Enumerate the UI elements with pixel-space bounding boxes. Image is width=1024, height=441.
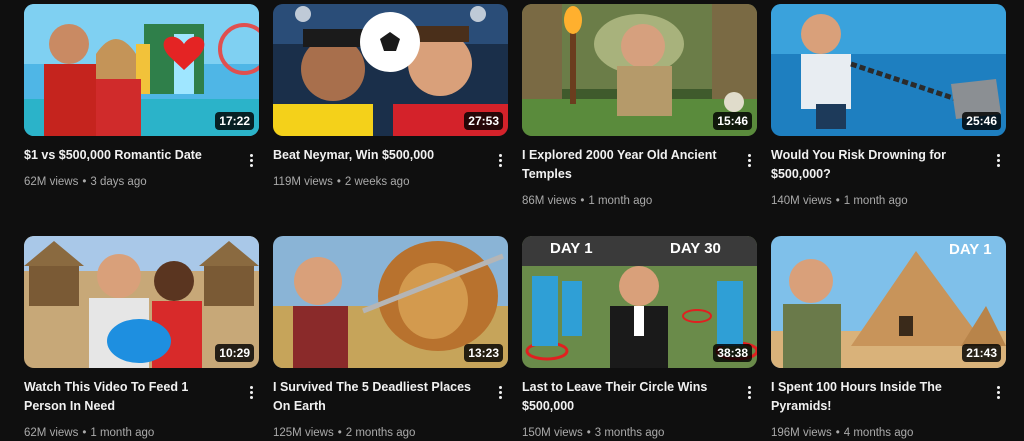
thumbnail-day-end-text: DAY 30 bbox=[670, 240, 721, 257]
upload-age: 1 month ago bbox=[843, 195, 908, 207]
video-card[interactable]: 17:22 $1 vs $500,000 Romantic Date 62M v… bbox=[24, 4, 259, 209]
more-vert-icon[interactable] bbox=[245, 382, 259, 402]
view-count: 125M views bbox=[273, 427, 334, 439]
video-meta: 140M views • 1 month ago bbox=[771, 193, 908, 209]
meta-separator: • bbox=[835, 427, 840, 439]
upload-age: 4 months ago bbox=[843, 427, 914, 439]
video-thumbnail[interactable]: 10:29 bbox=[24, 236, 259, 368]
video-card[interactable]: 10:29 Watch This Video To Feed 1 Person … bbox=[24, 236, 259, 441]
upload-age: 3 months ago bbox=[594, 427, 665, 439]
video-title[interactable]: I Survived The 5 Deadliest Places On Ear… bbox=[273, 378, 481, 416]
video-card[interactable]: 25:46 Would You Risk Drowning for $500,0… bbox=[771, 4, 1006, 209]
video-title[interactable]: Beat Neymar, Win $500,000 bbox=[273, 146, 481, 165]
video-card[interactable]: DAY 1 21:43 I Spent 100 Hours Inside The… bbox=[771, 236, 1006, 441]
video-thumbnail[interactable]: 17:22 bbox=[24, 4, 259, 136]
meta-separator: • bbox=[835, 195, 840, 207]
video-duration: 13:23 bbox=[464, 344, 503, 362]
video-duration: 38:38 bbox=[713, 344, 752, 362]
more-vert-icon[interactable] bbox=[494, 150, 508, 170]
meta-separator: • bbox=[580, 195, 585, 207]
video-title[interactable]: Watch This Video To Feed 1 Person In Nee… bbox=[24, 378, 232, 416]
video-duration: 15:46 bbox=[713, 112, 752, 130]
video-title[interactable]: I Spent 100 Hours Inside The Pyramids! bbox=[771, 378, 979, 416]
video-meta: 119M views • 2 weeks ago bbox=[273, 174, 409, 190]
view-count: 62M views bbox=[24, 427, 79, 439]
video-duration: 27:53 bbox=[464, 112, 503, 130]
video-meta: 62M views • 3 days ago bbox=[24, 174, 147, 190]
meta-separator: • bbox=[337, 427, 342, 439]
upload-age: 1 month ago bbox=[588, 195, 653, 207]
video-card[interactable]: DAY 1 DAY 30 38:38 Last to Leave Their C… bbox=[522, 236, 757, 441]
view-count: 86M views bbox=[522, 195, 577, 207]
upload-age: 1 month ago bbox=[90, 427, 155, 439]
video-thumbnail[interactable]: 27:53 bbox=[273, 4, 508, 136]
video-thumbnail[interactable]: 13:23 bbox=[273, 236, 508, 368]
video-title[interactable]: Last to Leave Their Circle Wins $500,000 bbox=[522, 378, 730, 416]
view-count: 62M views bbox=[24, 176, 79, 188]
video-meta: 86M views • 1 month ago bbox=[522, 193, 652, 209]
meta-separator: • bbox=[82, 176, 87, 188]
meta-separator: • bbox=[586, 427, 591, 439]
thumbnail-day-start-text: DAY 1 bbox=[550, 240, 593, 257]
more-vert-icon[interactable] bbox=[992, 382, 1006, 402]
more-vert-icon[interactable] bbox=[992, 150, 1006, 170]
video-grid: 17:22 $1 vs $500,000 Romantic Date 62M v… bbox=[0, 0, 1024, 439]
upload-age: 2 months ago bbox=[345, 427, 416, 439]
more-vert-icon[interactable] bbox=[494, 382, 508, 402]
video-thumbnail[interactable]: 25:46 bbox=[771, 4, 1006, 136]
video-thumbnail[interactable]: DAY 1 21:43 bbox=[771, 236, 1006, 368]
video-duration: 25:46 bbox=[962, 112, 1001, 130]
video-title[interactable]: I Explored 2000 Year Old Ancient Temples bbox=[522, 146, 730, 184]
video-duration: 17:22 bbox=[215, 112, 254, 130]
view-count: 119M views bbox=[273, 176, 333, 188]
thumbnail-day-text: DAY 1 bbox=[949, 241, 992, 258]
video-card[interactable]: 13:23 I Survived The 5 Deadliest Places … bbox=[273, 236, 508, 441]
more-vert-icon[interactable] bbox=[743, 150, 757, 170]
video-title[interactable]: Would You Risk Drowning for $500,000? bbox=[771, 146, 979, 184]
video-card[interactable]: 27:53 Beat Neymar, Win $500,000 119M vie… bbox=[273, 4, 508, 209]
view-count: 196M views bbox=[771, 427, 832, 439]
upload-age: 2 weeks ago bbox=[344, 176, 410, 188]
video-thumbnail[interactable]: DAY 1 DAY 30 38:38 bbox=[522, 236, 757, 368]
video-card[interactable]: 15:46 I Explored 2000 Year Old Ancient T… bbox=[522, 4, 757, 209]
video-thumbnail[interactable]: 15:46 bbox=[522, 4, 757, 136]
upload-age: 3 days ago bbox=[90, 176, 147, 188]
meta-separator: • bbox=[336, 176, 341, 188]
view-count: 150M views bbox=[522, 427, 583, 439]
more-vert-icon[interactable] bbox=[743, 382, 757, 402]
view-count: 140M views bbox=[771, 195, 832, 207]
meta-separator: • bbox=[82, 427, 87, 439]
more-vert-icon[interactable] bbox=[245, 150, 259, 170]
video-duration: 21:43 bbox=[962, 344, 1001, 362]
video-title[interactable]: $1 vs $500,000 Romantic Date bbox=[24, 146, 232, 165]
video-duration: 10:29 bbox=[215, 344, 254, 362]
